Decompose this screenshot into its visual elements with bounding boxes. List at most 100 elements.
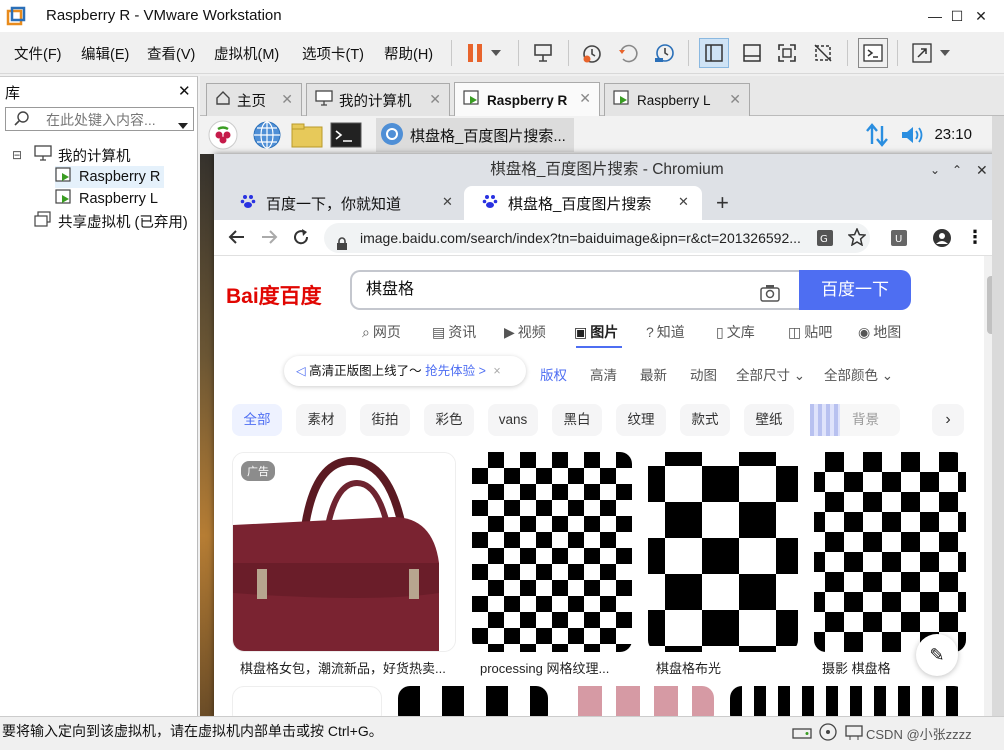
result-caption[interactable]: 棋盘格布光 — [656, 658, 721, 677]
page-scrollbar[interactable] — [984, 256, 992, 716]
tab-close-button[interactable]: ✕ — [579, 90, 591, 107]
revert-snapshot-icon[interactable] — [613, 38, 643, 68]
guest-screen[interactable]: 棋盘格_百度图片搜索... 23:10 棋盘格_百度图片搜索 - Chromiu… — [200, 116, 992, 716]
tab-close-button[interactable]: ✕ — [429, 91, 441, 108]
terminal-icon[interactable] — [330, 122, 362, 151]
search-button[interactable]: 百度一下 — [799, 270, 911, 310]
tab-close-button[interactable]: ✕ — [281, 91, 293, 108]
collapse-icon[interactable]: ⊟ — [12, 148, 28, 162]
menu-view[interactable]: 查看(V) — [147, 43, 195, 64]
result-card-checkerboard-2[interactable] — [648, 452, 798, 652]
notice-link[interactable]: 抢先体验 > — [425, 364, 486, 378]
menu-file[interactable]: 文件(F) — [14, 43, 62, 64]
result-card-partial[interactable] — [564, 686, 714, 716]
nav-video[interactable]: ▶ 视频 — [504, 322, 546, 342]
filter-hd[interactable]: 高清 — [590, 364, 617, 384]
profile-icon[interactable] — [932, 228, 952, 251]
chip-background[interactable]: 背景 — [810, 404, 900, 436]
snapshot-icon[interactable] — [577, 38, 607, 68]
scrollbar-thumb[interactable] — [987, 276, 992, 334]
filter-animated[interactable]: 动图 — [690, 364, 717, 384]
nav-map[interactable]: ◉ 地图 — [858, 322, 901, 342]
menu-tabs[interactable]: 选项卡(T) — [302, 43, 364, 64]
nav-images[interactable]: ▣ 图片 — [574, 322, 618, 342]
console-view-icon[interactable] — [858, 38, 888, 68]
library-search-input[interactable]: 在此处键入内容... — [5, 107, 194, 131]
notice-banner[interactable]: ◁ 高清正版图上线了～ 抢先体验 > × — [284, 356, 526, 386]
fullscreen-icon[interactable] — [772, 38, 802, 68]
edit-float-button[interactable]: ✎ — [916, 634, 958, 676]
address-bar[interactable]: image.baidu.com/search/index?tn=baiduima… — [324, 223, 870, 253]
send-ctrl-alt-del-icon[interactable] — [528, 38, 558, 68]
translate-icon[interactable]: G — [816, 229, 834, 250]
result-card-partial[interactable] — [730, 686, 966, 716]
nav-webpage[interactable]: ⌕ 网页 — [362, 322, 401, 342]
chip-wallpaper[interactable]: 壁纸 — [744, 404, 794, 436]
result-caption[interactable]: processing 网格纹理... — [480, 658, 609, 677]
tree-item-my-computer[interactable]: ⊟ 我的计算机 — [12, 144, 131, 166]
chip-street[interactable]: 街拍 — [360, 404, 410, 436]
result-card-partial[interactable] — [398, 686, 548, 716]
tab-home[interactable]: 主页 ✕ — [206, 83, 302, 116]
network-adapter-icon[interactable] — [844, 722, 864, 750]
unity-mode-icon[interactable] — [808, 38, 838, 68]
chevron-down-icon[interactable] — [935, 38, 955, 68]
chip-texture[interactable]: 纹理 — [616, 404, 666, 436]
chevron-down-icon[interactable] — [486, 38, 506, 68]
result-card-partial[interactable] — [232, 686, 382, 716]
volume-icon[interactable] — [900, 124, 928, 149]
nav-tieba[interactable]: ◫ 贴吧 — [788, 322, 832, 342]
snapshot-manager-icon[interactable] — [649, 38, 679, 68]
taskbar-window-chromium[interactable]: 棋盘格_百度图片搜索... — [376, 118, 574, 152]
chip-style[interactable]: 款式 — [680, 404, 730, 436]
result-caption[interactable]: 棋盘格女包，潮流新品，好货热卖... — [240, 658, 446, 677]
filter-color[interactable]: 全部颜色 ⌄ — [824, 364, 893, 384]
back-icon[interactable] — [228, 228, 246, 249]
library-close-button[interactable]: ✕ — [178, 82, 191, 100]
tree-item-raspberry-l[interactable]: Raspberry L — [55, 188, 158, 210]
baidu-logo[interactable]: Bai度百度 — [226, 280, 322, 310]
filter-size[interactable]: 全部尺寸 ⌄ — [736, 364, 805, 384]
close-button[interactable]: ✕ — [958, 0, 1004, 32]
tab-close-button[interactable]: ✕ — [678, 194, 689, 210]
tab-raspberry-r[interactable]: Raspberry R ✕ — [454, 82, 600, 117]
filter-latest[interactable]: 最新 — [640, 364, 667, 384]
stretch-guest-icon[interactable] — [907, 38, 937, 68]
chromium-close-icon[interactable]: ✕ — [976, 154, 988, 186]
reload-icon[interactable] — [292, 228, 310, 249]
tab-raspberry-l[interactable]: Raspberry L ✕ — [604, 83, 750, 116]
notice-close-icon[interactable]: × — [493, 364, 500, 378]
result-card-checkerboard-1[interactable] — [472, 452, 632, 652]
search-input[interactable]: 棋盘格 — [350, 270, 800, 310]
filter-copyright[interactable]: 版权 — [540, 364, 567, 384]
tree-item-raspberry-r[interactable]: Raspberry R — [55, 166, 165, 188]
thumbnail-bar-icon[interactable] — [737, 38, 767, 68]
chevron-down-icon[interactable] — [178, 116, 188, 132]
chips-next-icon[interactable]: › — [932, 404, 964, 436]
menu-edit[interactable]: 编辑(E) — [81, 43, 129, 64]
raspberry-menu-icon[interactable] — [208, 120, 238, 153]
tab-my-computer[interactable]: 我的计算机 ✕ — [306, 83, 450, 116]
chip-all[interactable]: 全部 — [232, 404, 282, 436]
more-menu-icon[interactable]: ⋮ — [966, 227, 984, 248]
forward-icon[interactable] — [260, 228, 278, 249]
hdd-icon[interactable] — [792, 722, 812, 750]
chip-material[interactable]: 素材 — [296, 404, 346, 436]
bookmark-star-icon[interactable] — [847, 227, 867, 249]
nav-zhidao[interactable]: ? 知道 — [646, 322, 685, 342]
result-card-checkerboard-3[interactable] — [814, 452, 966, 652]
file-manager-icon[interactable] — [290, 122, 324, 151]
camera-icon[interactable] — [760, 280, 780, 316]
nav-news[interactable]: ▤ 资讯 — [432, 322, 476, 342]
chip-bw[interactable]: 黑白 — [552, 404, 602, 436]
library-view-icon[interactable] — [699, 38, 729, 68]
chevron-down-icon[interactable]: ⌄ — [930, 154, 940, 186]
network-icon[interactable] — [864, 122, 890, 151]
tree-item-shared-vms[interactable]: 共享虚拟机 (已弃用) — [34, 210, 188, 232]
menu-vm[interactable]: 虚拟机(M) — [214, 43, 279, 64]
result-caption[interactable]: 摄影 棋盘格 — [822, 658, 891, 677]
tab-close-button[interactable]: ✕ — [442, 194, 453, 210]
nav-wenku[interactable]: ▯ 文库 — [716, 322, 755, 342]
chip-color[interactable]: 彩色 — [424, 404, 474, 436]
chevron-up-icon[interactable]: ⌃ — [952, 154, 962, 186]
